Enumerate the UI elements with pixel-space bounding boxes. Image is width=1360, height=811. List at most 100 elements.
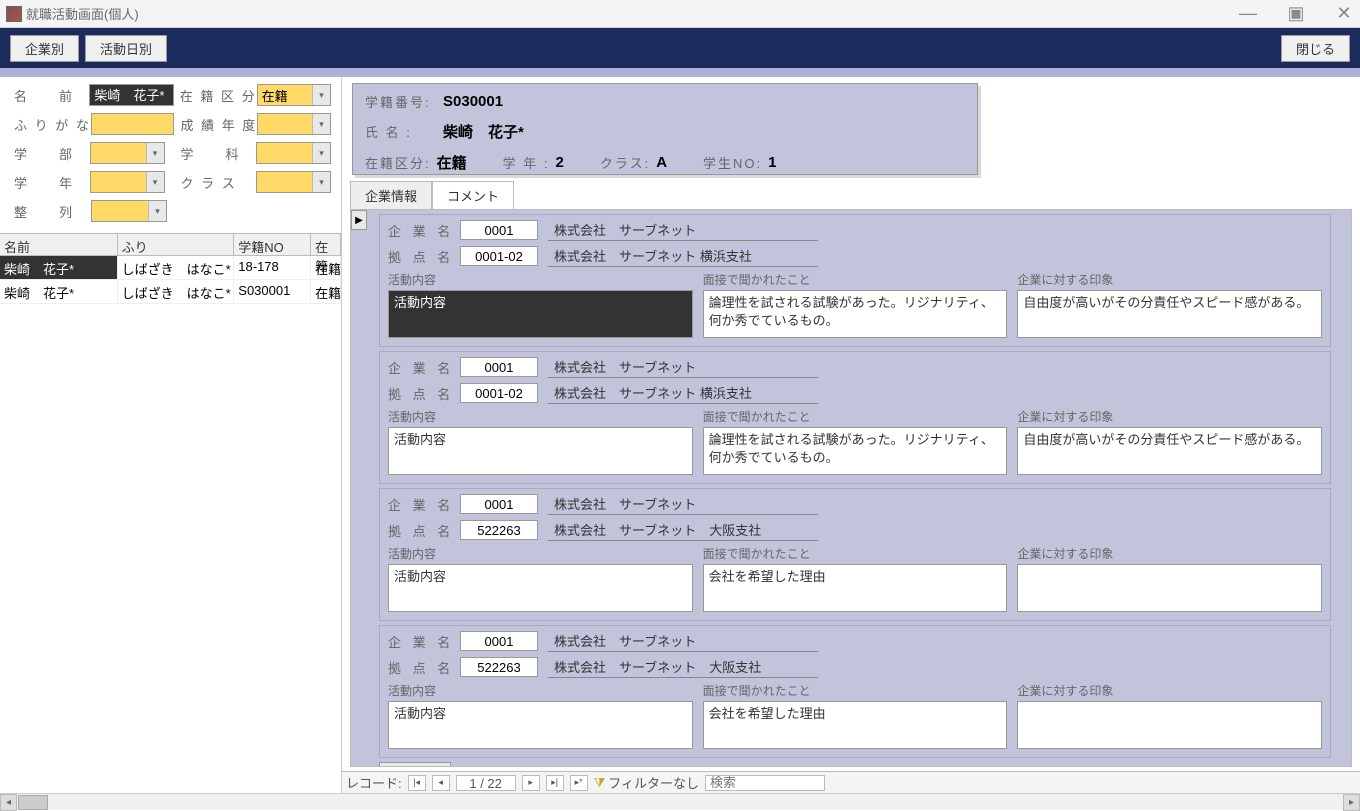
activity-textarea[interactable]: 活動内容 — [388, 701, 693, 749]
value-student-name: 柴崎 花子* — [443, 121, 524, 142]
company-name: 株式会社 サーブネット — [548, 356, 818, 378]
record-selector-icon[interactable]: ▶ — [351, 210, 367, 230]
table-row[interactable]: 柴崎 花子*しばざき はなこ*S030001在籍 — [0, 280, 341, 304]
interview-textarea[interactable]: 論理性を試される試験があった。リジナリティ、何か秀でているもの。 — [703, 290, 1008, 338]
filter-faculty-select[interactable]: ▾ — [90, 142, 165, 164]
scroll-thumb[interactable] — [18, 795, 48, 810]
close-window-button[interactable]: ✕ — [1334, 4, 1354, 24]
interview-textarea[interactable]: 論理性を試される試験があった。リジナリティ、何か秀でているもの。 — [703, 427, 1008, 475]
impression-textarea[interactable]: 自由度が高いがその分責任やスピード感がある。 — [1017, 427, 1322, 475]
maximize-button[interactable]: ▣ — [1286, 4, 1306, 24]
label-impression: 企業に対する印象 — [1017, 682, 1322, 699]
decor-band — [0, 68, 1360, 77]
interview-textarea[interactable]: 会社を希望した理由 — [703, 564, 1008, 612]
label-activity: 活動内容 — [388, 545, 693, 562]
filter-enrollment-select[interactable]: 在籍▾ — [257, 84, 331, 106]
company-code-input[interactable]: 0001 — [460, 220, 538, 240]
th-furi[interactable]: ふり — [118, 234, 235, 255]
recnav-label: レコード: — [346, 773, 402, 792]
recnav-search-input[interactable] — [705, 775, 825, 791]
chevron-down-icon: ▾ — [146, 143, 164, 163]
impression-textarea[interactable]: 自由度が高いがその分責任やスピード感がある。 — [1017, 290, 1322, 338]
label-impression: 企業に対する印象 — [1017, 545, 1322, 562]
filter-department-select[interactable]: ▾ — [256, 142, 331, 164]
location-code-input[interactable]: 0001-02 — [460, 383, 538, 403]
label-company: 企 業 名 — [388, 221, 460, 240]
interview-textarea[interactable]: 会社を希望した理由 — [703, 701, 1008, 749]
student-table: 名前 ふり 学籍NO 在籍 柴崎 花子*しばざき はなこ*18-178在籍柴崎 … — [0, 233, 341, 793]
location-code-input[interactable]: 0001-02 — [460, 246, 538, 266]
label-year: 学 年 — [14, 173, 90, 192]
recnav-prev-button[interactable]: ◂ — [432, 775, 450, 791]
label-enrollment: 在 籍 区 分 — [180, 86, 257, 105]
window-title: 就職活動画面(個人) — [26, 4, 1238, 23]
label-activity: 活動内容 — [388, 682, 693, 699]
filter-name-input[interactable]: 柴崎 花子* — [89, 84, 173, 106]
impression-textarea[interactable] — [1017, 564, 1322, 612]
titlebar: 就職活動画面(個人) — ▣ ✕ — [0, 0, 1360, 28]
recnav-next-button[interactable]: ▸ — [522, 775, 540, 791]
company-name: 株式会社 サーブネット — [548, 493, 818, 515]
label-student-no: 学籍番号: — [365, 92, 443, 111]
label-student-name: 氏 名 : — [365, 122, 443, 141]
label-impression: 企業に対する印象 — [1017, 408, 1322, 425]
label-interview: 面接で聞かれたこと — [703, 545, 1008, 562]
activity-textarea[interactable]: 活動内容 — [388, 427, 693, 475]
table-row[interactable]: 柴崎 花子*しばざき はなこ*18-178在籍 — [0, 256, 341, 280]
filter-class-select[interactable]: ▾ — [256, 171, 331, 193]
label-company: 企 業 名 — [388, 495, 460, 514]
tab-company[interactable]: 企業情報 — [350, 181, 432, 209]
location-code-input[interactable]: 522263 — [460, 657, 538, 677]
th-enr[interactable]: 在籍 — [311, 234, 341, 255]
company-code-input[interactable]: 0001 — [460, 494, 538, 514]
impression-textarea[interactable] — [1017, 701, 1322, 749]
label-activity: 活動内容 — [388, 408, 693, 425]
label-faculty: 学 部 — [14, 144, 90, 163]
location-name: 株式会社 サーブネット 大阪支社 — [548, 519, 818, 541]
recnav-filter[interactable]: フィルターなし — [608, 773, 699, 792]
location-name: 株式会社 サーブネット 横浜支社 — [548, 382, 818, 404]
chevron-down-icon: ▾ — [312, 85, 330, 105]
th-name[interactable]: 名前 — [0, 234, 118, 255]
recnav-last-button[interactable]: ▸| — [546, 775, 564, 791]
comment-card: 企 業 名 0001 株式会社 サーブネット 拠 点 名 0001-02 株式会… — [379, 214, 1331, 347]
location-code-input[interactable]: 522263 — [460, 520, 538, 540]
recnav-new-button[interactable]: ▸* — [570, 775, 588, 791]
filter-year-select[interactable]: ▾ — [90, 171, 165, 193]
label-activity: 活動内容 — [388, 271, 693, 288]
comment-card: 企 業 名 0001 株式会社 サーブネット 拠 点 名 0001-02 株式会… — [379, 351, 1331, 484]
chevron-down-icon: ▾ — [146, 172, 164, 192]
by-company-button[interactable]: 企業別 — [10, 35, 79, 62]
tab-comment[interactable]: コメント — [432, 181, 514, 209]
filter-sort-select[interactable]: ▾ — [91, 200, 167, 222]
delete-button[interactable]: 削除 — [379, 762, 451, 766]
filter-grade-year-select[interactable]: ▾ — [257, 113, 331, 135]
scroll-right-icon[interactable]: ▸ — [1343, 794, 1360, 811]
company-name: 株式会社 サーブネット — [548, 630, 818, 652]
th-sno[interactable]: 学籍NO — [234, 234, 311, 255]
label-furigana: ふ り が な — [14, 115, 91, 134]
scroll-left-icon[interactable]: ◂ — [0, 794, 17, 811]
label-sort: 整 列 — [14, 202, 91, 221]
recnav-position[interactable]: 1 / 22 — [456, 775, 516, 791]
company-code-input[interactable]: 0001 — [460, 631, 538, 651]
activity-textarea[interactable]: 活動内容 — [388, 564, 693, 612]
minimize-button[interactable]: — — [1238, 4, 1258, 24]
label-location: 拠 点 名 — [388, 658, 460, 677]
label-interview: 面接で聞かれたこと — [703, 408, 1008, 425]
label-name: 名 前 — [14, 86, 89, 105]
label-class: ク ラ ス — [181, 173, 257, 192]
company-name: 株式会社 サーブネット — [548, 219, 818, 241]
recnav-first-button[interactable]: |◂ — [408, 775, 426, 791]
filter-icon: ⧩ — [594, 775, 606, 791]
student-info-panel: 学籍番号: S030001 氏 名 : 柴崎 花子* 在籍区分:在籍 学 年 :… — [352, 83, 978, 175]
filter-furigana-input[interactable] — [91, 113, 175, 135]
location-name: 株式会社 サーブネット 横浜支社 — [548, 245, 818, 267]
activity-textarea[interactable]: 活動内容 — [388, 290, 693, 338]
chevron-down-icon: ▾ — [312, 114, 330, 134]
by-date-button[interactable]: 活動日別 — [85, 35, 167, 62]
company-code-input[interactable]: 0001 — [460, 357, 538, 377]
horizontal-scrollbar[interactable]: ◂ ▸ — [0, 793, 1360, 810]
close-button[interactable]: 閉じる — [1281, 35, 1350, 62]
label-department: 学 科 — [181, 144, 257, 163]
